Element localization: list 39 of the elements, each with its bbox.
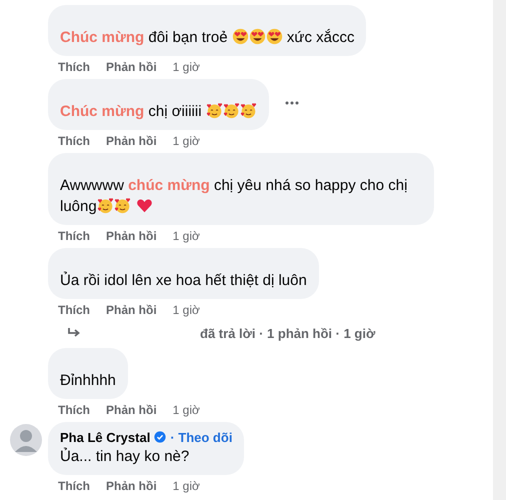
reply-arrow-icon	[68, 327, 82, 339]
comment-action-link[interactable]: Phản hồi	[106, 303, 157, 317]
comment-action-link[interactable]: Phản hồi	[106, 229, 157, 243]
heart-emoji-icon	[136, 197, 153, 214]
comment-text: Ủa... tin hay ko nè?	[60, 446, 190, 467]
follow-link[interactable]: · Theo dõi	[170, 430, 232, 444]
smiling-hearts-emoji-icon	[96, 197, 114, 214]
comment-time[interactable]: 1 giờ	[172, 229, 200, 243]
comment-text: Đỉnhhhh	[60, 371, 116, 391]
smiling-hearts-emoji-icon	[206, 102, 223, 119]
heart-eyes-emoji-icon	[266, 28, 283, 45]
smiling-hearts-emoji-icon	[240, 102, 257, 119]
comment-time[interactable]: 1 giờ	[172, 303, 200, 317]
comment-time[interactable]: 1 giờ	[172, 479, 200, 493]
comment-action-link[interactable]: Thích	[58, 229, 90, 243]
comment-action-link[interactable]: Thích	[58, 303, 90, 317]
comment-text: Ủa rồi idol lên xe hoa hết thiệt dị luôn	[60, 270, 307, 291]
comment-text: Chúc mừng chị ơiiiiii	[60, 101, 257, 122]
comment-action-link[interactable]: Thích	[58, 60, 90, 74]
comment-text: Awwwww chúc mừng chị yêu nhá so happy cho chị luông	[60, 176, 408, 217]
comment-time[interactable]: 1 giờ	[172, 403, 200, 417]
comment-action-link[interactable]: Phản hồi	[106, 403, 157, 417]
more-options-icon[interactable]	[284, 101, 299, 105]
heart-eyes-emoji-icon	[248, 28, 266, 45]
avatar[interactable]	[10, 424, 42, 456]
comment-text: Chúc mừng đôi bạn troẻ xức xắccc	[60, 27, 354, 48]
comment-time[interactable]: 1 giờ	[172, 134, 200, 148]
comment-action-link[interactable]: Phản hồi	[106, 134, 157, 148]
heart-eyes-emoji-icon	[232, 28, 249, 45]
smiling-hearts-emoji-icon	[114, 197, 131, 214]
comment-time[interactable]: 1 giờ	[172, 60, 200, 74]
comment-action-link[interactable]: Phản hồi	[106, 60, 157, 74]
comment-action-link[interactable]: Thích	[58, 403, 90, 417]
reply-summary-link[interactable]: đã trả lời · 1 phản hồi · 1 giờ	[200, 326, 376, 340]
commenter-name[interactable]: Pha Lê Crystal	[60, 430, 150, 444]
comment-action-link[interactable]: Thích	[58, 479, 90, 493]
comment-action-link[interactable]: Phản hồi	[106, 479, 157, 493]
smiling-hearts-emoji-icon	[222, 102, 240, 119]
comment-action-link[interactable]: Thích	[58, 134, 90, 148]
